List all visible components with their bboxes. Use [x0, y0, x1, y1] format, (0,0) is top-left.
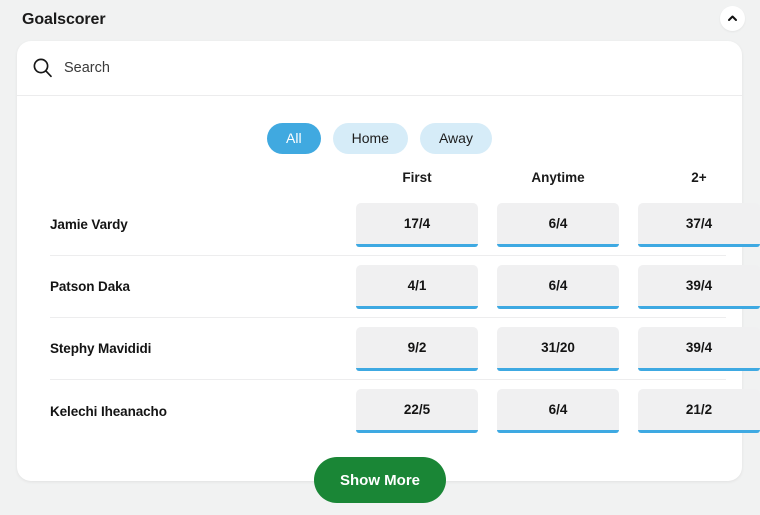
table-row: Kelechi Iheanacho 22/5 6/4 21/2	[50, 380, 760, 442]
filter-tab-all[interactable]: All	[267, 123, 321, 154]
table-row: Jamie Vardy 17/4 6/4 37/4	[50, 194, 760, 256]
odds-button-first[interactable]: 9/2	[356, 326, 478, 371]
page-title: Goalscorer	[22, 11, 106, 28]
table-row: Stephy Mavididi 9/2 31/20 39/4	[50, 318, 760, 380]
search-bar[interactable]	[17, 41, 742, 96]
column-header-2plus: 2+	[691, 169, 707, 185]
column-header-anytime: Anytime	[531, 169, 585, 185]
table-body: Jamie Vardy 17/4 6/4 37/4 Patson Daka 4/…	[33, 194, 760, 442]
filter-tab-home[interactable]: Home	[332, 123, 408, 154]
market-card: All Home Away First Anytime 2+ Jamie Var…	[17, 41, 760, 481]
search-input[interactable]	[64, 60, 624, 76]
odds-button-anytime[interactable]: 6/4	[497, 264, 619, 309]
market-header: Goalscorer	[0, 0, 760, 40]
odds-button-anytime[interactable]: 6/4	[497, 389, 619, 433]
odds-button-first[interactable]: 17/4	[356, 202, 478, 247]
search-icon	[30, 55, 56, 81]
odds-button-2plus[interactable]: 37/4	[638, 202, 760, 247]
goalscorer-market-screen: Goalscorer All Home Away	[0, 0, 760, 515]
odds-button-first[interactable]: 22/5	[356, 389, 478, 433]
odds-table: First Anytime 2+ Jamie Vardy 17/4 6/4 37…	[17, 160, 760, 442]
odds-button-anytime[interactable]: 31/20	[497, 326, 619, 371]
table-header-row: First Anytime 2+	[33, 160, 726, 194]
collapse-market-button[interactable]	[720, 6, 745, 31]
odds-button-2plus[interactable]: 21/2	[638, 389, 760, 433]
player-name: Stephy Mavididi	[50, 341, 152, 356]
column-header-first: First	[402, 169, 432, 185]
filter-tabs: All Home Away	[17, 96, 742, 160]
chevron-up-icon	[726, 12, 739, 25]
odds-button-2plus[interactable]: 39/4	[638, 264, 760, 309]
odds-button-first[interactable]: 4/1	[356, 264, 478, 309]
player-name: Kelechi Iheanacho	[50, 403, 167, 419]
player-name: Patson Daka	[50, 279, 130, 294]
odds-button-2plus[interactable]: 39/4	[638, 326, 760, 371]
odds-button-anytime[interactable]: 6/4	[497, 202, 619, 247]
player-name: Jamie Vardy	[50, 217, 128, 232]
filter-tab-away[interactable]: Away	[419, 123, 492, 154]
table-row: Patson Daka 4/1 6/4 39/4	[50, 256, 760, 318]
show-more-button[interactable]: Show More	[313, 457, 447, 503]
